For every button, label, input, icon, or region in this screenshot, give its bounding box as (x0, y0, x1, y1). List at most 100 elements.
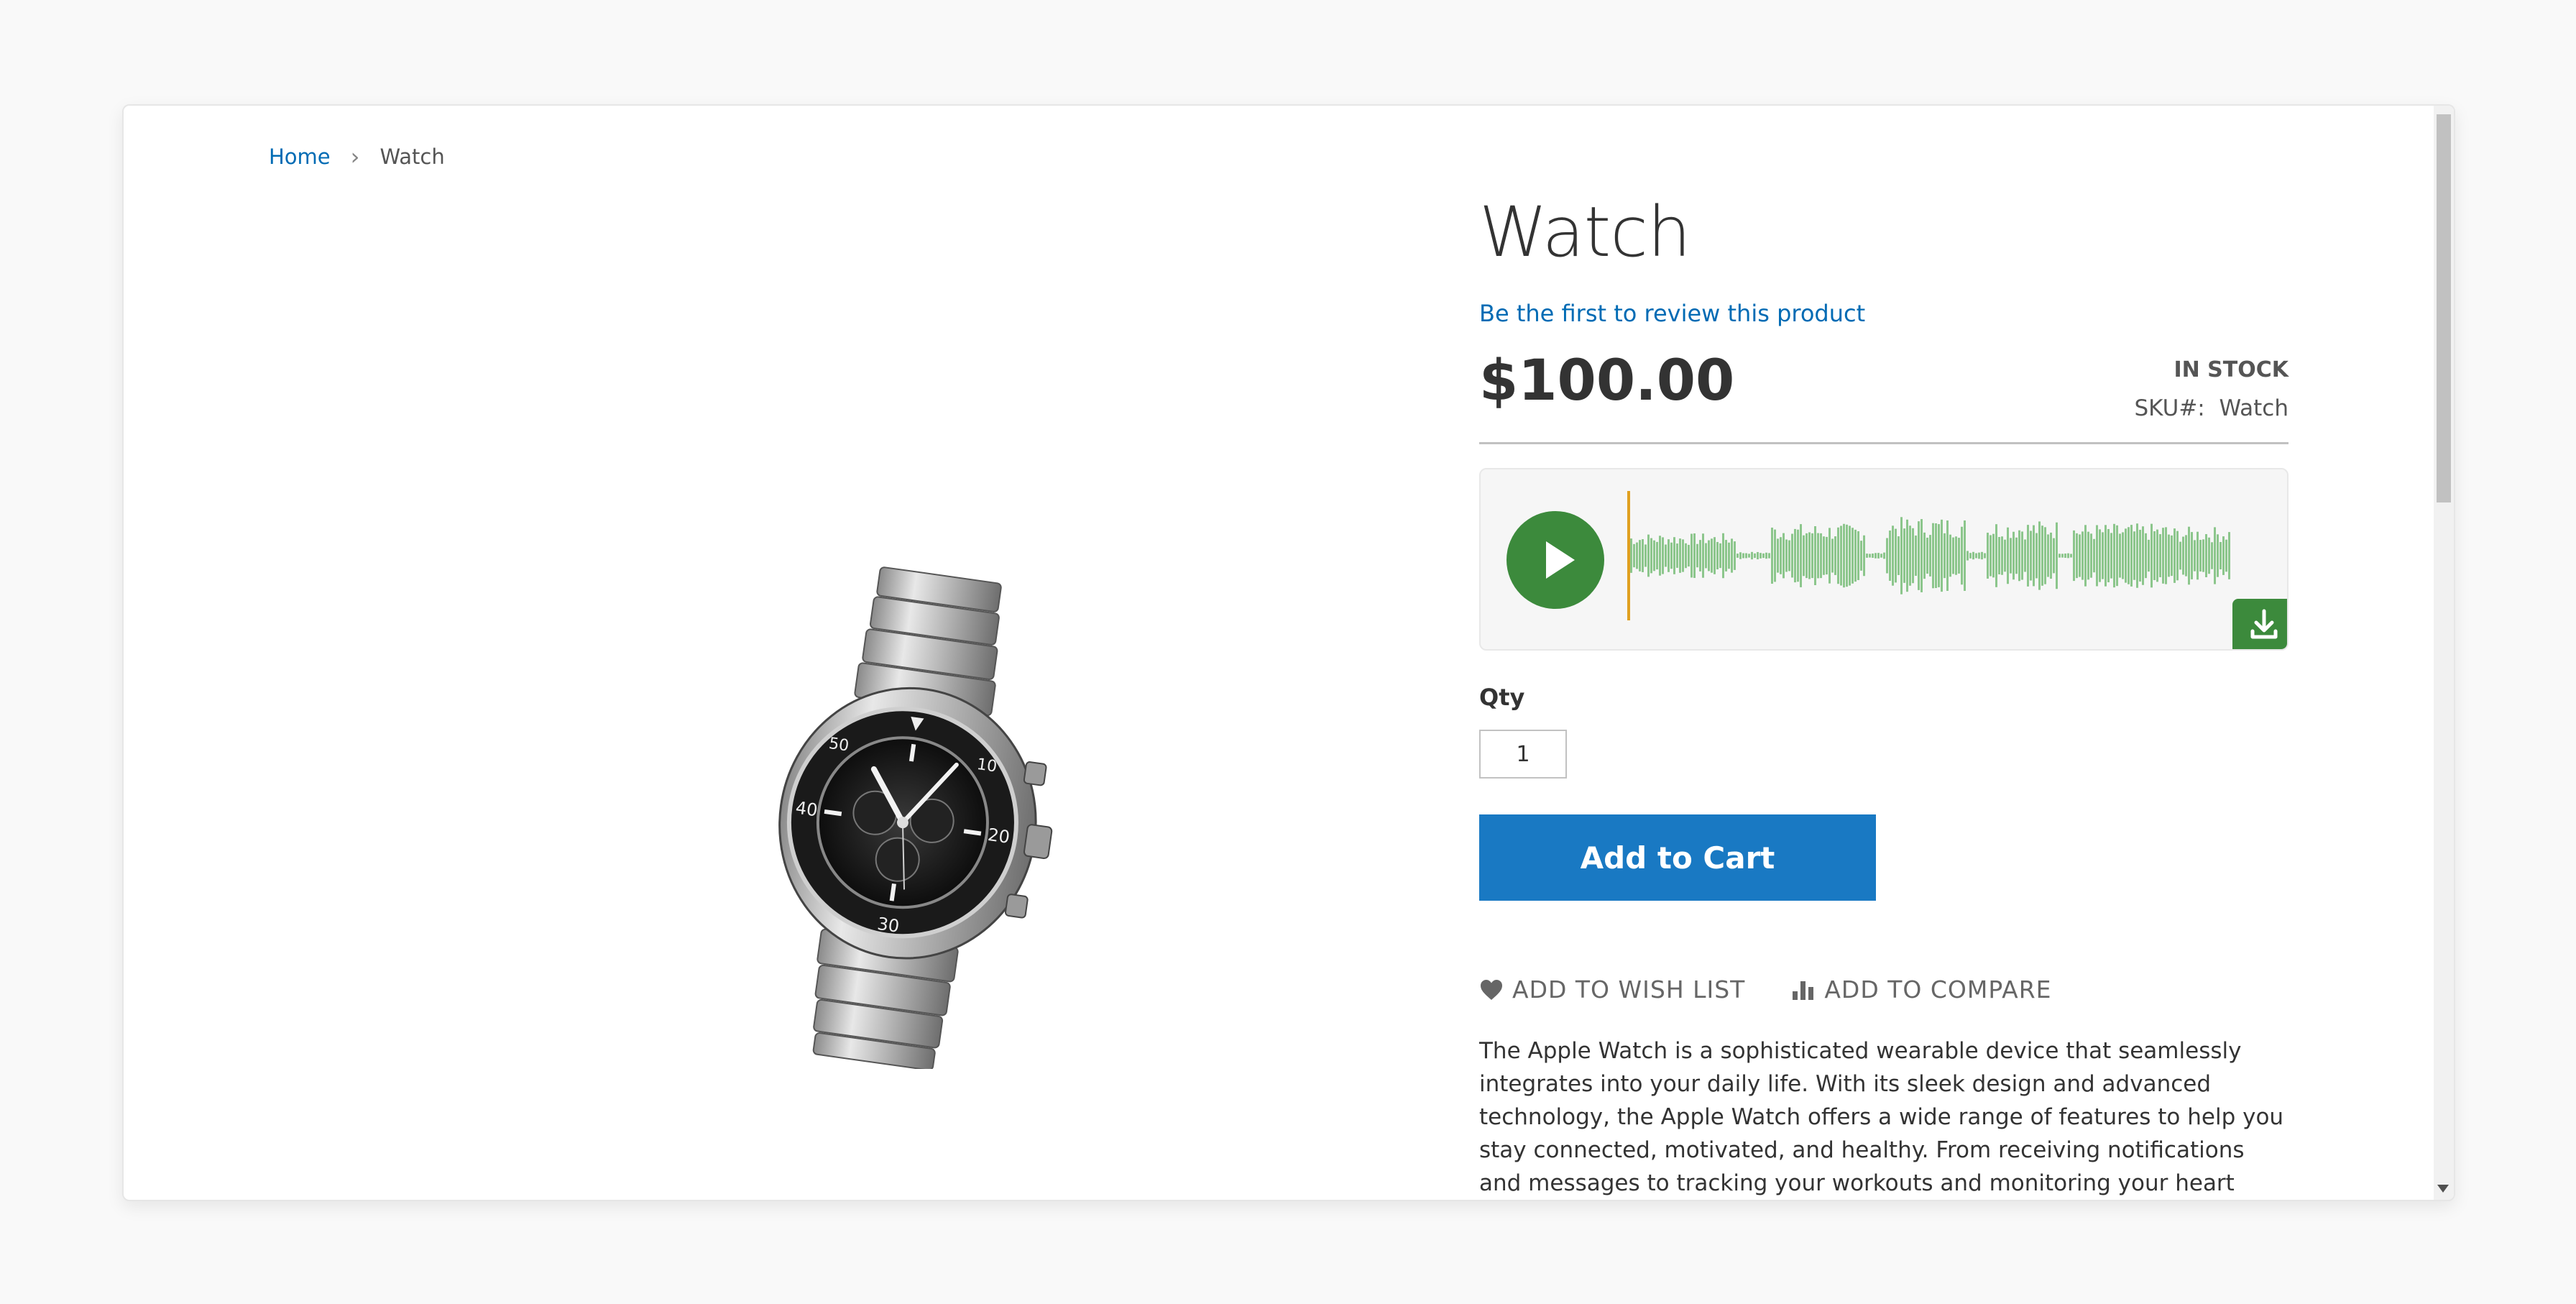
waveform-bar (2047, 534, 2049, 577)
waveform-bar (1673, 537, 1675, 574)
waveform-bar (1745, 553, 1747, 559)
heart-icon (1481, 979, 1502, 1000)
waveform-bar (2165, 527, 2167, 584)
product-image[interactable]: ▼ 30 40 20 50 10 (720, 566, 1094, 1071)
waveform-bar (1961, 526, 1963, 585)
waveform-bar (2113, 523, 2115, 588)
waveform-bar (1644, 544, 1647, 567)
review-link[interactable]: Be the first to review this product (1479, 300, 1865, 327)
waveform-bar (2142, 526, 2144, 585)
waveform-bar (2056, 522, 2058, 589)
waveform-bar (2205, 534, 2207, 577)
waveform-bar (2176, 531, 2179, 581)
waveform-bar (1768, 553, 1770, 559)
waveform-bar (1705, 543, 1707, 569)
waveform-bar (1877, 553, 1880, 559)
waveform-bar (2222, 536, 2225, 575)
download-button[interactable] (2232, 599, 2287, 649)
waveform-bar (1765, 552, 1767, 559)
breadcrumb-home-link[interactable]: Home (269, 144, 331, 169)
waveform-bar (2079, 534, 2081, 577)
waveform-bar (2036, 533, 2038, 579)
add-to-cart-button[interactable]: Add to Cart (1479, 814, 1876, 901)
waveform-bar (2188, 526, 2190, 585)
waveform-bar (2027, 525, 2029, 587)
waveform-bar (1854, 529, 1857, 582)
svg-text:10: 10 (975, 756, 998, 776)
waveform-bar (1699, 540, 1701, 571)
waveform-bar (2174, 528, 2176, 583)
waveform-bar (1656, 541, 1658, 570)
waveform-bar (1938, 524, 1940, 587)
play-button[interactable] (1506, 511, 1604, 609)
waveform-bar (1929, 535, 1931, 577)
waveform-bar (2102, 532, 2104, 579)
waveform-bar (1935, 523, 1937, 589)
waveform-bar (1992, 533, 1995, 578)
page-scrollbar[interactable] (2434, 106, 2454, 1200)
waveform-bar (1826, 536, 1828, 575)
waveform-bar (2125, 528, 2127, 583)
waveform-bar (1984, 553, 1986, 559)
waveform-bar (1800, 524, 1802, 587)
waveform-bar (1926, 537, 1928, 574)
waveform-bar (1843, 523, 1845, 588)
download-icon (2250, 609, 2278, 639)
waveform-bar (1852, 528, 1854, 584)
waveform-bar (1886, 538, 1888, 574)
scroll-down-arrow-icon[interactable] (2437, 1185, 2449, 1193)
waveform-bar (1906, 519, 1908, 592)
waveform-bar (1817, 533, 1819, 579)
waveform-bar (2090, 533, 2092, 578)
waveform-bar (1912, 528, 1914, 584)
waveform-bar (1955, 536, 1957, 575)
scrollbar-thumb[interactable] (2437, 114, 2451, 502)
waveform-bar (2010, 538, 2012, 574)
waveform-bar (2196, 531, 2199, 580)
qty-input[interactable] (1479, 730, 1567, 779)
waveform-bar (1846, 524, 1848, 587)
waveform-bar (2064, 554, 2066, 558)
waveform-bar (1771, 527, 1773, 584)
waveform-bar (1650, 538, 1652, 574)
waveform-bar (1969, 553, 1972, 559)
waveform-bar (2130, 525, 2133, 587)
waveform-bar (1889, 531, 1891, 581)
product-actions: Add to Wish List Add to Compare (1479, 975, 2051, 1004)
waveform-bar (1823, 536, 1825, 575)
sku-label: SKU#: (2134, 395, 2205, 421)
add-to-wishlist-label: Add to Wish List (1512, 975, 1746, 1004)
waveform-bar (2104, 525, 2107, 587)
waveform-bar (1728, 542, 1730, 569)
waveform-bar (2061, 554, 2064, 558)
waveform-bar (1880, 554, 1882, 558)
waveform-bar (1668, 539, 1670, 572)
waveform-bar (2139, 530, 2141, 582)
waveform-bar (2136, 523, 2138, 588)
product-description: The Apple Watch is a sophisticated weara… (1479, 1038, 2284, 1196)
waveform-bar (2024, 539, 2026, 572)
waveform-bar (2087, 531, 2089, 580)
waveform-bar (1849, 525, 1851, 586)
waveform-bar (2119, 533, 2121, 578)
breadcrumb-separator-icon: › (350, 143, 360, 170)
audio-waveform[interactable] (1627, 491, 2245, 620)
add-to-wishlist-link[interactable]: Add to Wish List (1479, 975, 1745, 1004)
waveform-bar (1987, 533, 1989, 579)
price-divider (1479, 442, 2288, 444)
waveform-bar (1774, 529, 1776, 582)
waveform-bar (1892, 525, 1894, 586)
waveform-bar (1863, 535, 1865, 577)
waveform-bar (1780, 537, 1782, 574)
waveform-bar (1958, 538, 1960, 574)
waveform-bar (1840, 525, 1842, 586)
waveform-bar (1949, 534, 1951, 577)
waveform-bar (1920, 519, 1923, 592)
playhead-cursor[interactable] (1627, 491, 1630, 620)
play-icon (1546, 541, 1575, 579)
waveform-bar (2030, 531, 2032, 581)
add-to-compare-link[interactable]: Add to Compare (1791, 975, 2051, 1004)
waveform-bar (1806, 533, 1808, 579)
waveform-bar (2150, 523, 2153, 588)
waveform-bar (2041, 525, 2043, 586)
